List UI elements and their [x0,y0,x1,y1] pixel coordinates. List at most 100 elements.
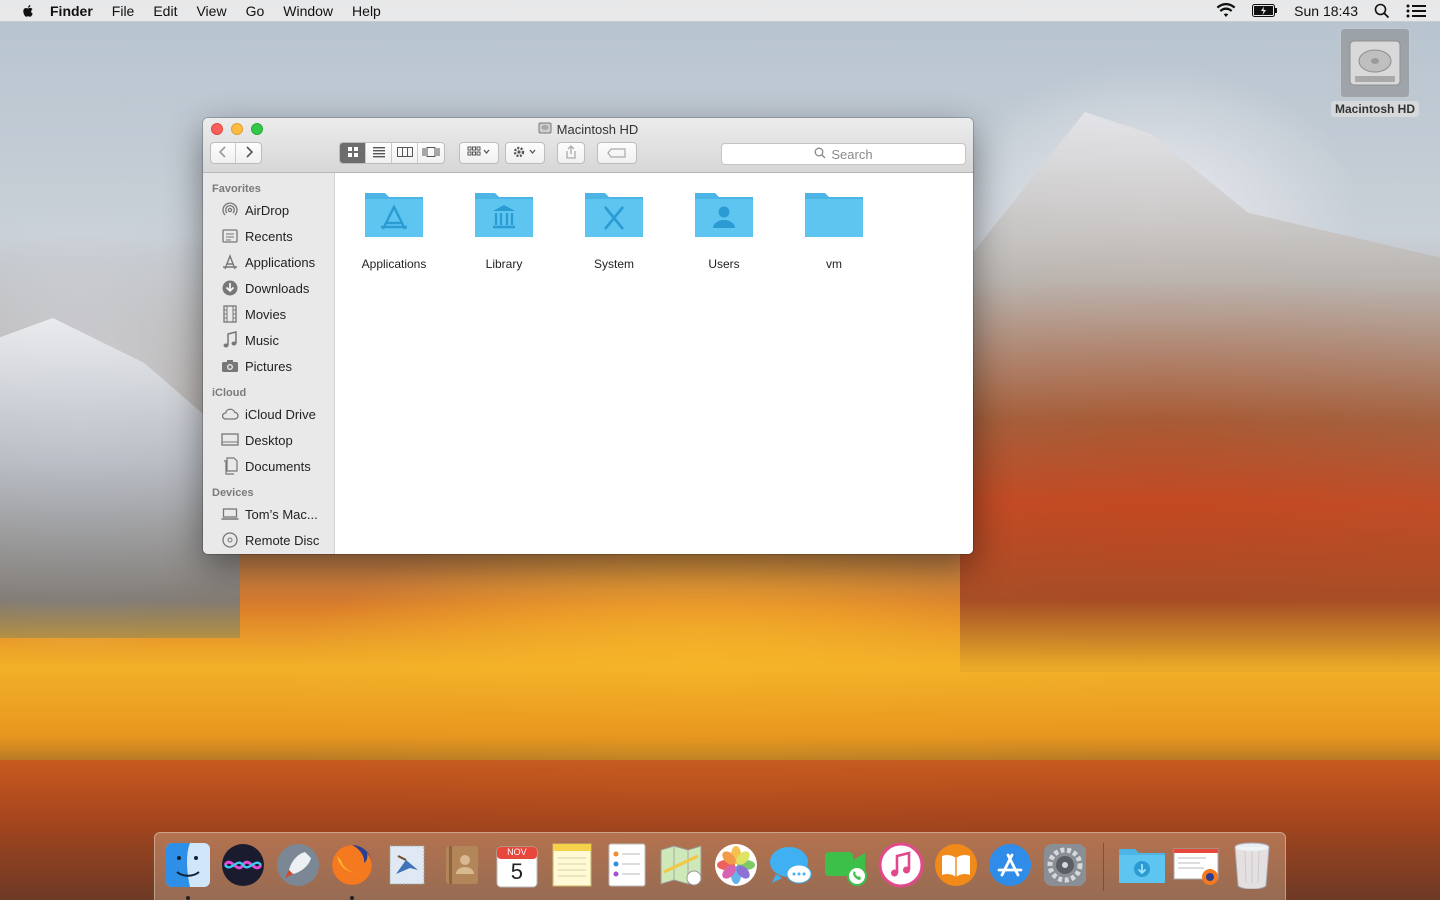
search-field[interactable]: Search [721,143,966,165]
notification-center-icon[interactable] [1406,4,1426,18]
menu-app-finder[interactable]: Finder [50,3,93,19]
ibooks-book-icon [933,842,979,891]
sidebar-header-favorites: Favorites [212,183,261,195]
sidebar-item-label: Desktop [245,432,293,448]
file-name: vm [826,257,842,271]
menu-go[interactable]: Go [246,3,265,19]
dock-messages[interactable] [766,842,816,892]
menu-file[interactable]: File [112,3,135,19]
tag-icon [607,146,627,161]
sidebar-item-applications[interactable]: Applications [203,249,334,275]
forward-button[interactable] [236,143,261,163]
finder-icon [165,842,211,891]
menu-view[interactable]: View [196,3,226,19]
share-icon [565,144,577,162]
back-button[interactable] [211,143,237,163]
icon-view-button[interactable] [340,143,366,163]
sidebar-item-recents[interactable]: Recents [203,223,334,249]
sidebar-header-devices: Devices [212,487,254,499]
cover-flow-button[interactable] [418,143,444,163]
menu-window[interactable]: Window [283,3,333,19]
window-toolbar: Search [203,142,973,166]
action-button[interactable] [505,142,545,164]
sidebar: Favorites AirDrop Recents Applications D… [203,173,335,554]
list-view-button[interactable] [366,143,392,163]
sidebar-item-airdrop[interactable]: AirDrop [203,197,334,223]
wifi-icon[interactable] [1216,3,1236,18]
dock-mail[interactable] [382,842,432,892]
file-item-vm[interactable]: vm [784,187,884,271]
dock-contacts[interactable] [437,842,487,892]
file-item-system[interactable]: System [564,187,664,271]
sidebar-item-label: Recents [245,228,293,244]
library-folder-icon [473,187,535,241]
cover-flow-icon [422,146,440,161]
pictures-icon [221,357,239,375]
desktop-disk-macintosh-hd[interactable]: Macintosh HD [1330,28,1420,117]
apple-icon[interactable] [20,3,36,19]
reminders-list-icon [606,842,648,891]
column-view-icon [396,146,413,161]
disk-small-icon [538,121,552,138]
sidebar-item-movies[interactable]: Movies [203,301,334,327]
dock-app-store[interactable] [985,842,1035,892]
downloads-folder-icon [1117,843,1167,890]
dock-maps[interactable] [656,842,706,892]
file-item-library[interactable]: Library [454,187,554,271]
dock-firefox[interactable] [327,842,377,900]
dock-facetime[interactable] [821,842,871,892]
chevron-right-icon [244,145,254,161]
sidebar-item-toms-mac[interactable]: Tom’s Mac... [203,501,334,527]
dock-firefox-download[interactable] [1172,842,1222,892]
dock-photos[interactable] [711,842,761,892]
dock-siri[interactable] [218,842,268,892]
calendar-month: NOV [507,846,527,857]
dock-finder[interactable] [163,842,213,900]
share-button[interactable] [557,142,585,164]
folder-icon [803,187,865,241]
dock-calendar[interactable]: NOV 5 [492,842,542,892]
menu-edit[interactable]: Edit [153,3,177,19]
arrange-button[interactable] [459,142,499,164]
battery-icon[interactable] [1252,4,1278,17]
music-icon [221,331,239,349]
sidebar-item-label: Documents [245,458,311,474]
cloud-icon [221,405,239,423]
dock-ibooks[interactable] [931,842,981,892]
search-placeholder: Search [831,146,873,162]
sidebar-item-pictures[interactable]: Pictures [203,353,334,379]
users-folder-icon [693,187,755,241]
dock-trash[interactable] [1227,842,1277,892]
gear-icon [512,145,538,162]
sidebar-item-desktop[interactable]: Desktop [203,427,334,453]
column-view-button[interactable] [392,143,418,163]
dock-downloads-stack[interactable] [1117,842,1167,892]
window-title-text: Macintosh HD [556,122,639,137]
dock-reminders[interactable] [602,842,652,892]
arrange-grid-icon [467,146,491,161]
mail-stamp-icon [384,842,430,891]
window-titlebar[interactable]: Macintosh HD Search [203,118,973,173]
dock-system-preferences[interactable] [1040,842,1090,892]
sidebar-item-music[interactable]: Music [203,327,334,353]
dock-launchpad[interactable] [273,842,323,892]
file-item-applications[interactable]: Applications [344,187,444,271]
sidebar-item-remote-disc[interactable]: Remote Disc [203,527,334,553]
photos-flower-icon [713,842,759,891]
file-item-users[interactable]: Users [674,187,774,271]
dock-notes[interactable] [547,842,597,892]
app-store-icon [987,842,1033,891]
hard-disk-icon [1340,28,1410,98]
sidebar-item-icloud-drive[interactable]: iCloud Drive [203,401,334,427]
tags-button[interactable] [597,142,637,164]
menu-bar: Finder File Edit View Go Window Help Sun… [0,0,1440,22]
wallpaper-foliage [0,600,1440,770]
sidebar-item-documents[interactable]: Documents [203,453,334,479]
menu-clock[interactable]: Sun 18:43 [1294,3,1358,19]
sidebar-item-downloads[interactable]: Downloads [203,275,334,301]
spotlight-search-icon[interactable] [1374,3,1390,19]
firefox-icon [329,842,375,891]
running-indicator [350,895,355,900]
dock-itunes[interactable] [876,842,926,892]
menu-help[interactable]: Help [352,3,381,19]
